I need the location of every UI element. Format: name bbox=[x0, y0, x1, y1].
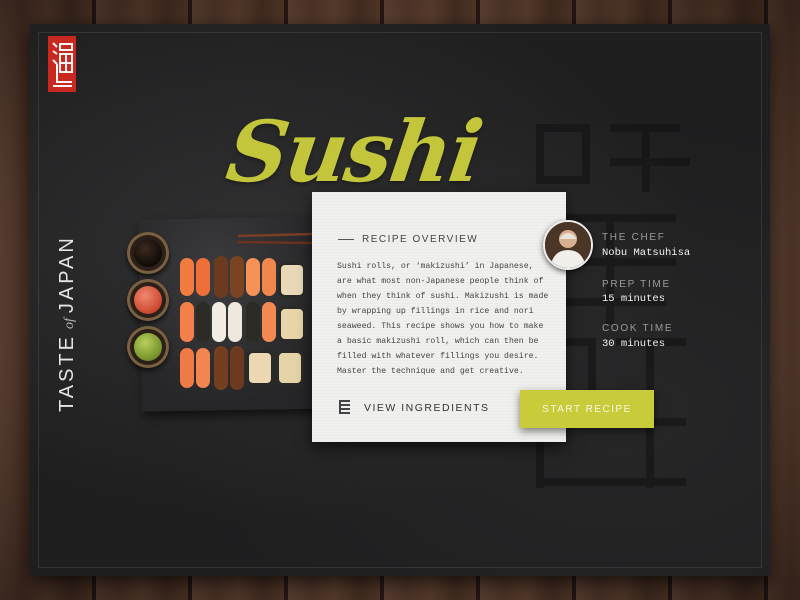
list-icon bbox=[339, 400, 350, 414]
brand-logo[interactable] bbox=[48, 36, 76, 92]
start-recipe-button[interactable]: START RECIPE bbox=[520, 390, 654, 428]
prep-time-value: 15 minutes bbox=[602, 293, 666, 305]
side-title: TASTE of JAPAN bbox=[56, 235, 79, 412]
chef-avatar[interactable] bbox=[543, 220, 593, 270]
prep-time-label: PREP TIME bbox=[602, 279, 671, 290]
chopsticks bbox=[238, 232, 312, 245]
chef-label: THE CHEF bbox=[602, 232, 666, 243]
side-title-word-1: TASTE bbox=[56, 334, 78, 412]
soy-sauce-bowl bbox=[127, 232, 169, 274]
overview-heading-text: RECIPE OVERVIEW bbox=[362, 234, 479, 245]
wasabi-bowl bbox=[127, 326, 169, 368]
side-title-word-2: JAPAN bbox=[56, 235, 78, 314]
ginger-bowl bbox=[127, 279, 169, 321]
view-ingredients-link[interactable]: VIEW INGREDIENTS bbox=[339, 400, 490, 416]
side-title-of: of bbox=[62, 318, 77, 330]
chef-name: Nobu Matsuhisa bbox=[602, 247, 691, 259]
overview-text: Sushi rolls, or ‘makizushi’ in Japanese,… bbox=[337, 262, 549, 376]
cook-time-label: COOK TIME bbox=[602, 323, 674, 334]
sushi-pieces bbox=[178, 256, 306, 390]
view-ingredients-label: VIEW INGREDIENTS bbox=[364, 402, 490, 414]
dish-title: Sushi bbox=[221, 102, 487, 201]
heading-dash bbox=[338, 239, 354, 240]
cook-time-value: 30 minutes bbox=[602, 338, 666, 350]
overview-heading: RECIPE OVERVIEW bbox=[338, 234, 478, 245]
